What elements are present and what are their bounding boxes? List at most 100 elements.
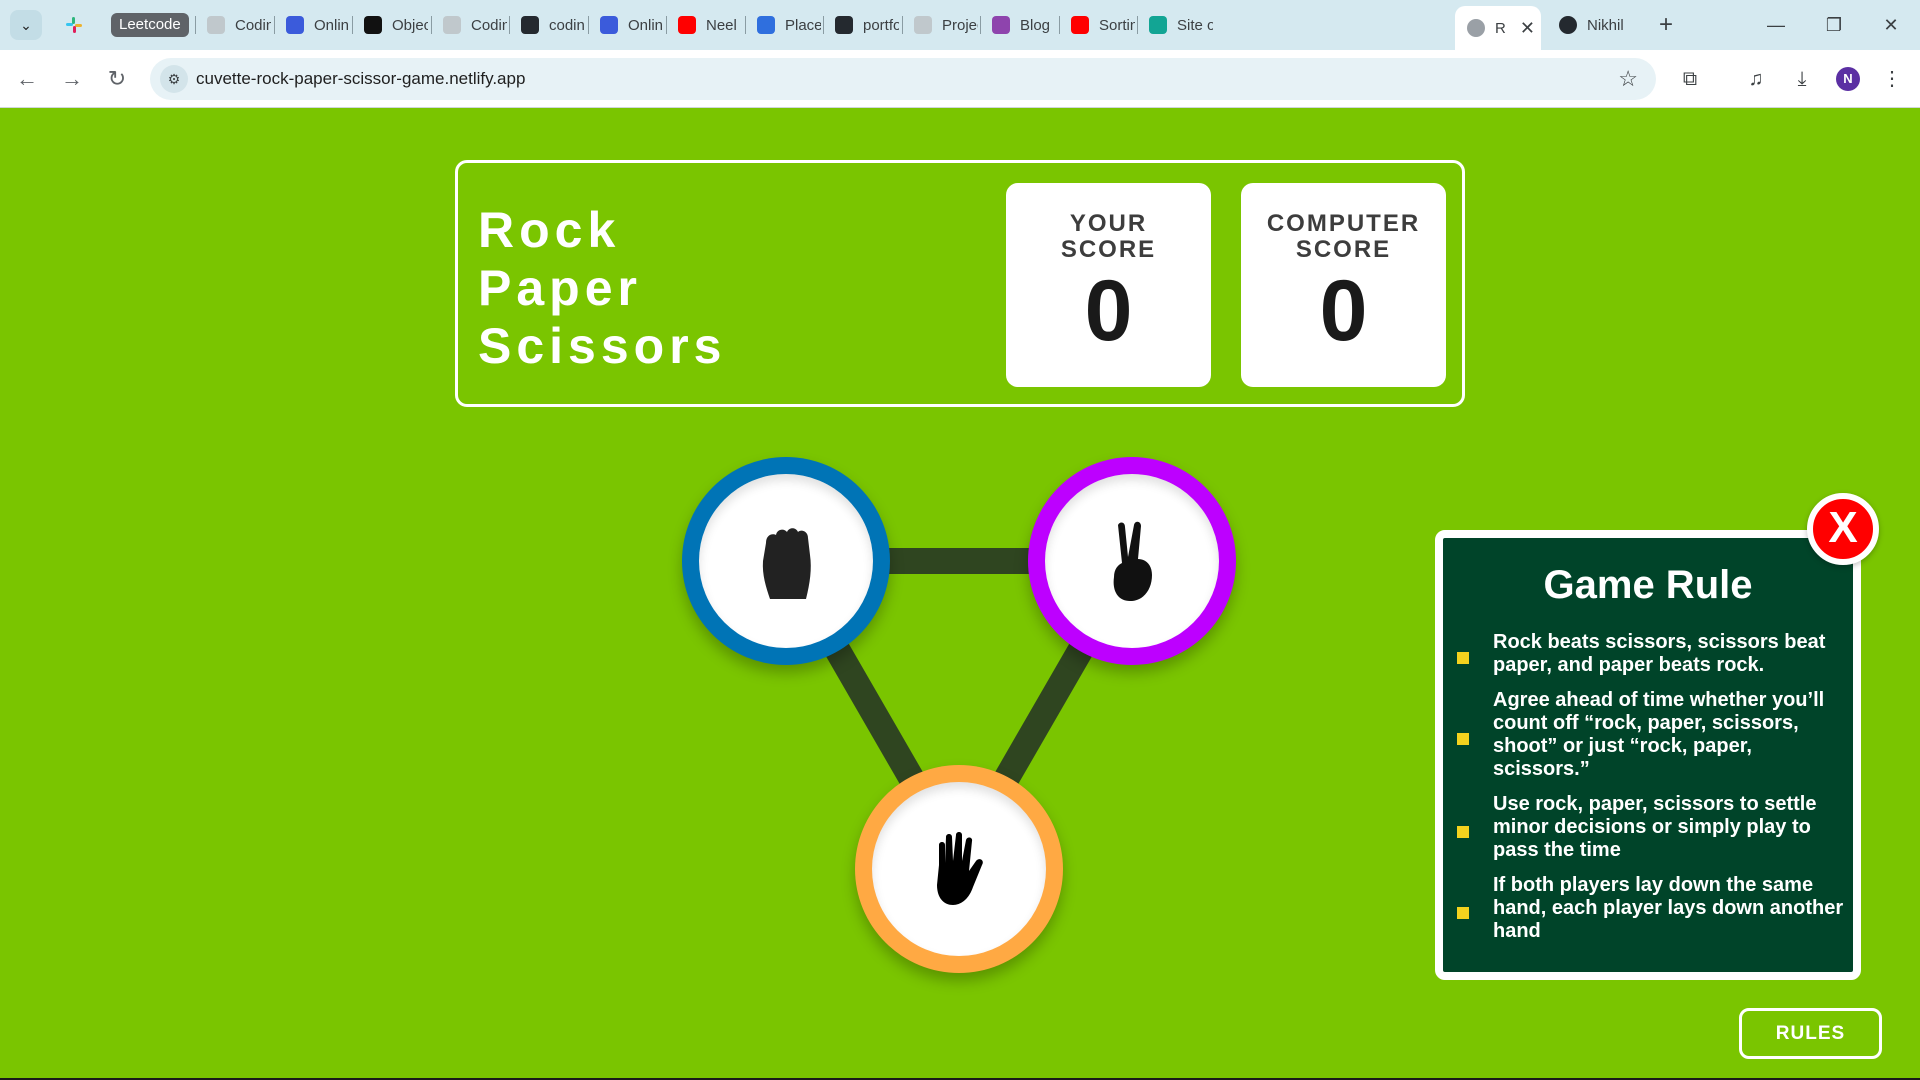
tab-label: Codin (235, 16, 271, 34)
computer-score-value: 0 (1319, 263, 1368, 359)
favicon-icon (914, 16, 932, 34)
game-title: Rock Paper Scissors (478, 201, 726, 375)
media-controls-icon[interactable]: ♫ (1740, 63, 1772, 95)
favicon-icon (521, 16, 539, 34)
url-text[interactable]: cuvette-rock-paper-scissor-game.netlify.… (196, 69, 525, 89)
tab-separator (274, 16, 275, 34)
favicon-icon (992, 16, 1010, 34)
tab-separator (666, 16, 667, 34)
address-bar[interactable]: ⚙ cuvette-rock-paper-scissor-game.netlif… (150, 58, 1656, 100)
tab-separator (823, 16, 824, 34)
favicon-icon (443, 16, 461, 34)
favicon-icon (600, 16, 618, 34)
tab-nikhil[interactable]: Nikhil (1559, 9, 1631, 41)
tab-separator (509, 16, 510, 34)
extensions-icon[interactable]: ⧉ (1674, 63, 1706, 95)
rule-item: Use rock, paper, scissors to settle mino… (1457, 793, 1849, 862)
chevron-down-icon: ⌄ (20, 16, 32, 33)
forward-arrow-icon[interactable]: → (55, 62, 89, 96)
paper-choice-button[interactable] (855, 765, 1063, 973)
tab-separator (195, 16, 196, 34)
minimize-icon[interactable]: — (1756, 10, 1796, 40)
your-score-card: YOUR SCORE 0 (1006, 183, 1211, 387)
tab-label: codin (549, 16, 585, 34)
close-rules-button[interactable]: X (1807, 493, 1879, 565)
bookmark-star-icon[interactable]: ☆ (1618, 66, 1638, 92)
favicon-icon (757, 16, 775, 34)
back-arrow-icon[interactable]: ← (10, 62, 44, 96)
close-tab-icon[interactable]: ✕ (1520, 18, 1535, 39)
tab-separator (902, 16, 903, 34)
site-info-icon[interactable]: ⚙ (160, 65, 188, 93)
title-line-rock: Rock (478, 202, 621, 258)
favicon-icon (1071, 16, 1089, 34)
rule-item: If both players lay down the same hand, … (1457, 874, 1849, 943)
slack-icon[interactable] (64, 15, 84, 35)
favicon-icon (286, 16, 304, 34)
scissors-hand-icon (1113, 521, 1152, 601)
computer-score-card: COMPUTER SCORE 0 (1241, 183, 1446, 387)
tab-label: Sortin (1099, 16, 1135, 34)
active-tab[interactable]: R ✕ (1455, 6, 1541, 50)
tab-label: Blog (1020, 16, 1051, 34)
menu-dots-icon[interactable]: ⋮ (1876, 63, 1908, 95)
computer-score-label: COMPUTER SCORE (1266, 210, 1421, 263)
scissors-choice-button[interactable] (1028, 457, 1236, 665)
bullet-square-icon (1457, 906, 1469, 919)
tab-separator (1137, 16, 1138, 34)
browser-tab[interactable]: Sortin (1071, 9, 1135, 41)
game-rules-panel: Game Rule Rock beats scissors, scissors … (1435, 530, 1861, 980)
favicon-icon (1149, 16, 1167, 34)
rock-choice-button[interactable] (682, 457, 890, 665)
tab-label: Onlin (628, 16, 664, 34)
tab-separator (352, 16, 353, 34)
download-icon[interactable]: ⤓ (1786, 63, 1818, 95)
browser-tab[interactable]: Objec (364, 9, 428, 41)
tab-group-leetcode[interactable]: Leetcode (111, 13, 189, 37)
browser-tab[interactable]: portfo (835, 9, 899, 41)
browser-tab[interactable]: Onlin (286, 9, 350, 41)
globe-icon (1467, 19, 1485, 37)
title-line-scissors: Scissors (478, 318, 727, 374)
browser-tab[interactable]: Onlin (600, 9, 664, 41)
browser-tab[interactable]: codin (521, 9, 585, 41)
tab-separator (588, 16, 589, 34)
tab-search-button[interactable]: ⌄ (10, 10, 42, 40)
tab-label: Onlin (314, 16, 350, 34)
browser-tab[interactable]: Site o (1149, 9, 1213, 41)
browser-tab[interactable]: Placer (757, 9, 821, 41)
reload-icon[interactable]: ↻ (100, 62, 134, 96)
browser-tab-bar: ⌄ Leetcode Codin Onlin Objec Codin codin Onli… (0, 0, 1920, 50)
tab-separator (1059, 16, 1060, 34)
browser-tab[interactable]: Codin (443, 9, 507, 41)
paper-choice-inner (872, 782, 1046, 956)
profile-avatar[interactable]: N (1836, 67, 1860, 91)
tab-label: Neel (706, 16, 737, 34)
tab-label: portfo (863, 16, 899, 34)
new-tab-button[interactable]: + (1651, 10, 1681, 40)
rule-item: Agree ahead of time whether you’ll count… (1457, 689, 1849, 781)
tab-separator (980, 16, 981, 34)
scissors-choice-inner (1045, 474, 1219, 648)
browser-tab[interactable]: Blog (992, 9, 1056, 41)
tab-label: Site o (1177, 16, 1213, 34)
favicon-icon (207, 16, 225, 34)
close-window-icon[interactable]: ✕ (1871, 10, 1911, 40)
rules-title: Game Rule (1543, 563, 1753, 607)
rules-list: Rock beats scissors, scissors beat paper… (1457, 631, 1849, 955)
your-score-value: 0 (1084, 263, 1133, 359)
tab-separator (745, 16, 746, 34)
github-icon (1559, 16, 1577, 34)
browser-tab[interactable]: Projec (914, 9, 978, 41)
bullet-square-icon (1457, 733, 1469, 745)
restore-icon[interactable]: ❐ (1814, 10, 1854, 40)
active-tab-label: R (1495, 19, 1506, 37)
browser-tab[interactable]: Codin (207, 9, 271, 41)
game-header: Rock Paper Scissors YOUR SCORE 0 COMPUTE… (455, 160, 1465, 407)
paper-hand-icon (937, 832, 983, 905)
title-line-paper: Paper (478, 260, 642, 316)
your-score-label: YOUR SCORE (1060, 210, 1157, 263)
tab-label: Placer (785, 16, 821, 34)
rules-button[interactable]: RULES (1739, 1008, 1882, 1059)
browser-tab[interactable]: Neel (678, 9, 742, 41)
